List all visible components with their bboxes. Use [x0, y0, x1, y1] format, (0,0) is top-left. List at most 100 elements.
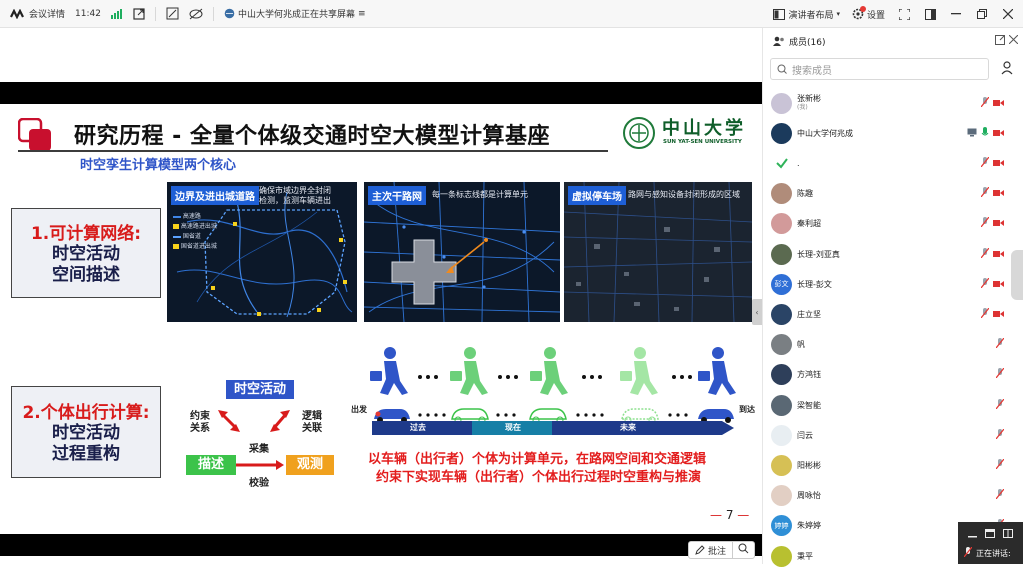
- settings-button[interactable]: 设置: [852, 5, 885, 21]
- window-icon[interactable]: [985, 528, 995, 541]
- avatar: [771, 122, 792, 144]
- mic-muted-icon[interactable]: [995, 428, 1005, 442]
- zoom-button[interactable]: [733, 543, 754, 557]
- member-name-block: 陈趣: [797, 189, 813, 198]
- avatar: [771, 243, 792, 265]
- mic-muted-icon[interactable]: [980, 247, 990, 261]
- slide-logo-icon: [18, 118, 51, 151]
- mic-muted-icon[interactable]: [995, 398, 1005, 412]
- camera-off-icon[interactable]: [993, 157, 1004, 170]
- member-status-icons: [995, 428, 1005, 442]
- member-row[interactable]: 方鸿钰: [763, 360, 1023, 390]
- mic-muted-icon[interactable]: [995, 367, 1005, 381]
- invite-member-icon[interactable]: [1001, 61, 1015, 78]
- member-row[interactable]: 张新彬 (我): [763, 88, 1023, 118]
- external-link-icon[interactable]: [133, 7, 145, 20]
- member-name: 张新彬: [797, 94, 821, 103]
- boundary-roads-map: 边界及进出城道路 确保市域边界全封闭 检测，监测车辆进出 高速路 高速路进出城 …: [167, 182, 357, 322]
- camera-off-icon[interactable]: [993, 217, 1004, 230]
- meeting-details-button[interactable]: 会议详情: [10, 7, 65, 20]
- member-status-icons: [980, 96, 1004, 110]
- avatar: 彭文: [771, 273, 792, 295]
- minimize-icon[interactable]: [968, 528, 977, 541]
- panel-close-icon[interactable]: [1008, 34, 1019, 47]
- clock-readout: 11:42: [75, 9, 101, 19]
- mic-muted-icon[interactable]: [980, 96, 990, 110]
- legend-item: 国省道进出城: [173, 242, 217, 252]
- member-row[interactable]: 陈趣: [763, 179, 1023, 209]
- member-row[interactable]: 长理-刘亚真: [763, 239, 1023, 269]
- member-row[interactable]: 彭文 长理-彭文: [763, 269, 1023, 299]
- camera-off-icon[interactable]: [993, 278, 1004, 291]
- mic-muted-icon[interactable]: [995, 488, 1005, 502]
- mic-muted-icon[interactable]: [980, 307, 990, 321]
- sharing-status[interactable]: 中山大学何兆成正在共享屏幕 ≡: [224, 7, 366, 20]
- member-row[interactable]: 闫云: [763, 420, 1023, 450]
- camera-off-icon[interactable]: [993, 248, 1004, 261]
- university-name-en: SUN YAT-SEN UNIVERSITY: [663, 139, 742, 145]
- presenter-layout-button[interactable]: 演讲者布局 ▾: [773, 8, 840, 21]
- member-name-block: 梁智能: [797, 401, 821, 410]
- legend-item: 高速路: [173, 212, 217, 222]
- camera-off-icon[interactable]: [993, 97, 1004, 110]
- member-search-input[interactable]: 搜索成员: [770, 58, 989, 80]
- popout-icon[interactable]: [995, 35, 1005, 48]
- avatar: [771, 364, 792, 386]
- talking-label: 正在讲话:: [976, 549, 1011, 558]
- panel-scroll-handle[interactable]: [1011, 250, 1023, 300]
- mic-muted-icon[interactable]: [980, 216, 990, 230]
- member-name: 梁智能: [797, 400, 821, 410]
- mic-muted-icon[interactable]: [980, 186, 990, 200]
- annotate-button[interactable]: 批注: [689, 542, 734, 558]
- map1-desc: 确保市域边界全封闭 检测，监测车辆进出: [259, 186, 331, 206]
- screenshot-icon[interactable]: [166, 7, 179, 20]
- floating-speaker-window[interactable]: 正在讲话:: [958, 522, 1023, 564]
- globe-icon: [224, 8, 235, 19]
- box2-line3: 过程重构: [52, 444, 120, 464]
- close-icon[interactable]: [1001, 7, 1015, 21]
- screen-share-icon: [967, 127, 977, 140]
- signal-icon[interactable]: [110, 8, 123, 19]
- camera-off-icon[interactable]: [993, 127, 1004, 140]
- collapse-handle[interactable]: ‹: [752, 299, 762, 325]
- map3-desc: 路网与感知设备封闭形成的区域: [628, 190, 740, 199]
- member-row[interactable]: 中山大学何兆成: [763, 118, 1023, 148]
- member-row[interactable]: 梁智能: [763, 390, 1023, 420]
- notification-dot: [859, 5, 866, 12]
- grid-icon[interactable]: [1003, 528, 1013, 541]
- mic-muted-icon[interactable]: [995, 458, 1005, 472]
- depart-label: 出发: [351, 405, 367, 414]
- describe-pill: 描述: [186, 455, 236, 475]
- letterbox-bottom: [0, 534, 762, 556]
- member-name: 方鸿钰: [797, 370, 821, 380]
- hide-video-icon[interactable]: [189, 8, 203, 20]
- mic-muted-icon[interactable]: [995, 337, 1005, 351]
- fullscreen-icon[interactable]: [897, 7, 911, 21]
- member-row[interactable]: 帆: [763, 330, 1023, 360]
- mic-muted-icon[interactable]: [980, 277, 990, 291]
- letterbox-top: [0, 82, 762, 104]
- member-name-block: 长理-彭文: [797, 280, 832, 289]
- mic-on-icon[interactable]: [981, 126, 989, 140]
- past-label: 过去: [410, 423, 426, 432]
- member-row[interactable]: 阳彬彬: [763, 450, 1023, 480]
- annotate-toolbar: 批注: [688, 541, 756, 559]
- member-row[interactable]: 秦利超: [763, 209, 1023, 239]
- observe-pill: 观测: [286, 455, 334, 475]
- arrive-label: 到达: [739, 405, 755, 414]
- member-row[interactable]: .: [763, 148, 1023, 178]
- sidebar-toggle-icon[interactable]: [923, 7, 937, 21]
- camera-off-icon[interactable]: [993, 187, 1004, 200]
- minimize-icon[interactable]: [949, 7, 963, 21]
- member-row[interactable]: 周咏怡: [763, 481, 1023, 511]
- traveler-timeline-graphic: [370, 347, 736, 424]
- camera-off-icon[interactable]: [993, 308, 1004, 321]
- presenter-layout-label: 演讲者布局: [788, 10, 834, 21]
- restore-icon[interactable]: [975, 7, 989, 21]
- member-row[interactable]: 庄立坚: [763, 299, 1023, 329]
- university-logo: 中山大学 SUN YAT-SEN UNIVERSITY: [622, 116, 747, 152]
- avatar: [771, 424, 792, 446]
- mic-muted-icon[interactable]: [980, 156, 990, 170]
- avatar: [771, 485, 792, 507]
- conclusion-line2: 约束下实现车辆（出行者）个体出行过程时空重构与推演: [376, 470, 702, 485]
